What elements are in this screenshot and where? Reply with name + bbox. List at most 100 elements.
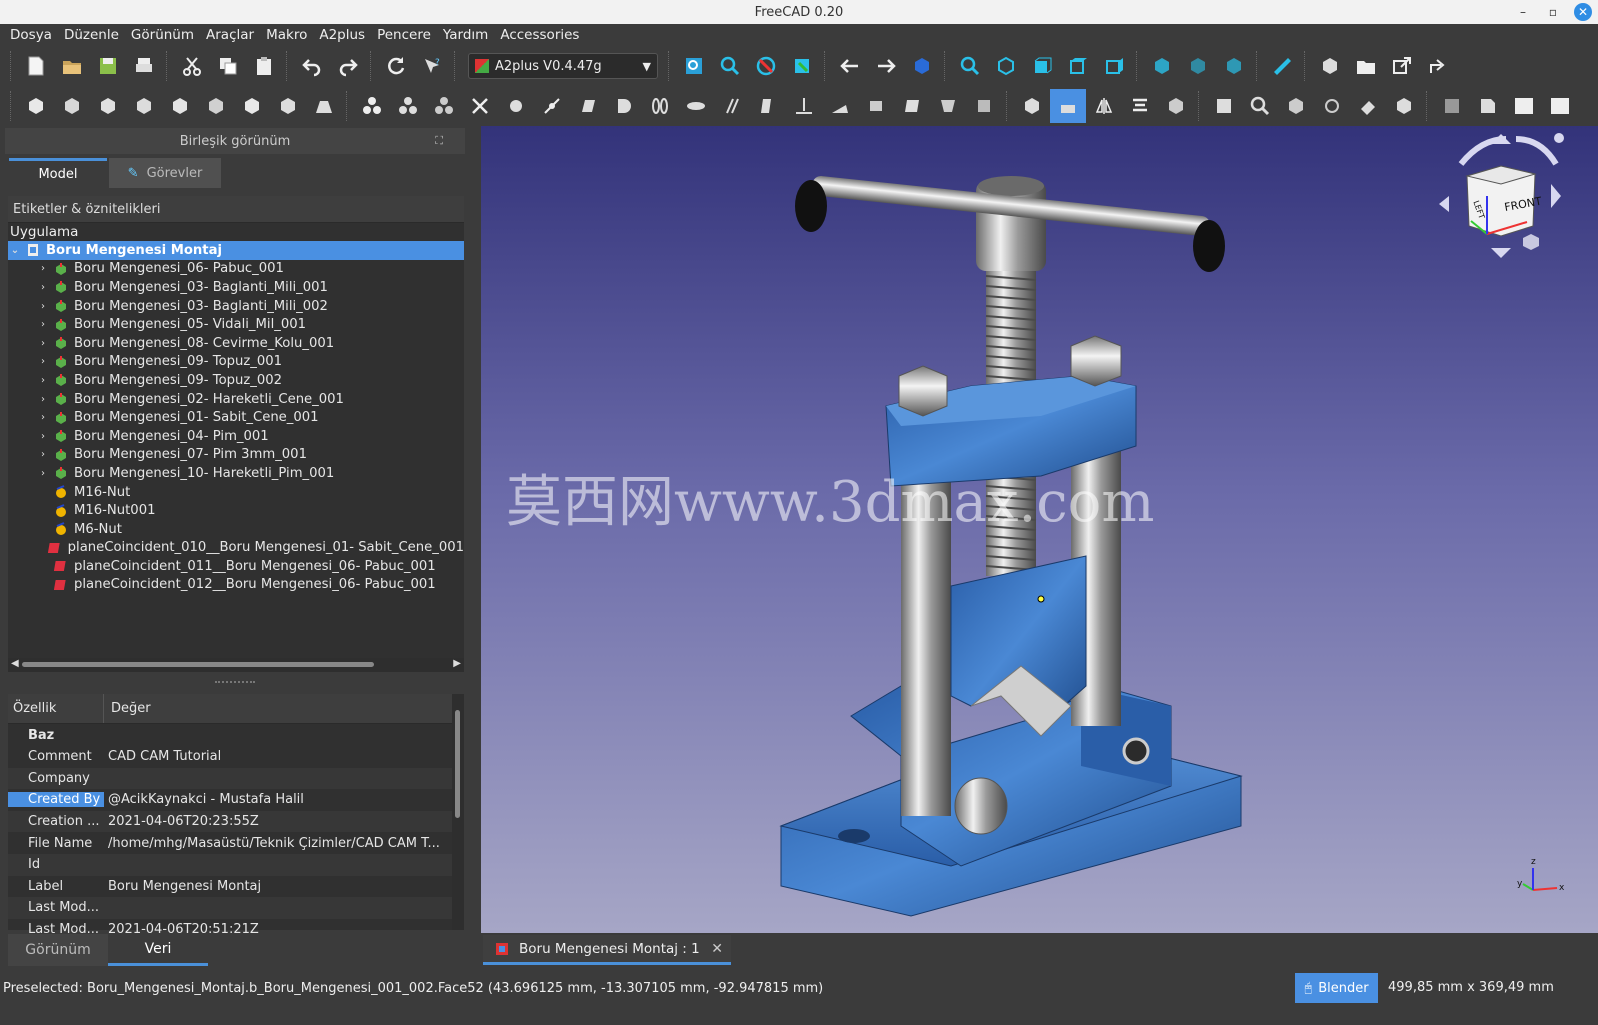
navcube-rotate-right-icon[interactable] (1515, 136, 1559, 166)
float-panel-icon[interactable]: ⛶ (435, 134, 443, 148)
view-top-button[interactable] (1060, 49, 1096, 83)
tree-item[interactable]: › Boru Mengenesi_01- Sabit_Cene_001 (8, 408, 464, 427)
navcube-down-arrow-icon[interactable] (1491, 248, 1511, 258)
menu-window[interactable]: Pencere (371, 27, 437, 43)
tree-item[interactable]: › Boru Mengenesi_10- Hareketli_Pim_001 (8, 464, 464, 483)
flip-direction-button[interactable] (1086, 89, 1122, 123)
axial-alignment-button[interactable] (678, 89, 714, 123)
tree-item[interactable]: planeCoincident_010__Boru Mengenesi_01- … (8, 539, 464, 558)
a2p-add-part-button[interactable] (18, 89, 54, 123)
a2p-convert-button[interactable] (234, 89, 270, 123)
point-identity-button[interactable] (426, 89, 462, 123)
parts-label-button[interactable] (1470, 89, 1506, 123)
tree-item[interactable]: planeCoincident_011__Boru Mengenesi_06- … (8, 557, 464, 576)
parts-list-button[interactable] (1542, 89, 1578, 123)
tree-root-item[interactable]: ⌄ Boru Mengenesi Montaj (8, 241, 464, 260)
whats-this-button[interactable]: ? (414, 49, 450, 83)
tree-item[interactable]: › Boru Mengenesi_02- Hareketli_Cene_001 (8, 390, 464, 409)
edit-constraint-button[interactable] (390, 89, 426, 123)
menu-file[interactable]: Dosya (4, 27, 58, 43)
chevron-right-icon[interactable]: › (8, 412, 50, 423)
a2p-import-button[interactable] (306, 89, 342, 123)
navcube-menu-icon[interactable] (1554, 133, 1564, 143)
show-dof-button[interactable] (1314, 89, 1350, 123)
close-button[interactable]: ✕ (1574, 3, 1592, 21)
property-value[interactable]: CAD CAM Tutorial (104, 749, 444, 764)
chevron-right-icon[interactable]: › (8, 394, 50, 405)
chevron-down-icon[interactable]: ⌄ (8, 245, 22, 256)
print-button[interactable] (126, 49, 162, 83)
tree-item[interactable]: planeCoincident_012__Boru Mengenesi_06- … (8, 576, 464, 595)
menu-a2plus[interactable]: A2plus (313, 27, 371, 43)
show-connected-button[interactable] (1206, 89, 1242, 123)
view-front-button[interactable] (1024, 49, 1060, 83)
tree-item[interactable]: › Boru Mengenesi_07- Pim 3mm_001 (8, 446, 464, 465)
link-actions-button[interactable] (1420, 49, 1456, 83)
vise-model-render[interactable]: 莫西网www.3dmax.com FRONT LEFT x y z (481, 126, 1598, 933)
chevron-right-icon[interactable]: › (8, 375, 50, 386)
property-row[interactable]: Id (8, 853, 464, 876)
chevron-right-icon[interactable]: › (8, 449, 50, 460)
tab-view-properties[interactable]: Görünüm (8, 934, 108, 966)
axis-parallel-button[interactable] (714, 89, 750, 123)
chevron-right-icon[interactable]: › (8, 301, 50, 312)
a2p-duplicate-button[interactable] (90, 89, 126, 123)
delete-constraint-button[interactable] (462, 89, 498, 123)
tab-model[interactable]: Model (9, 158, 107, 188)
minimize-button[interactable]: – (1514, 3, 1532, 21)
navigation-cube[interactable]: FRONT LEFT (1439, 133, 1564, 258)
menu-edit[interactable]: Düzenle (58, 27, 125, 43)
zoom-button[interactable] (952, 49, 988, 83)
3d-viewport[interactable]: 莫西网www.3dmax.com FRONT LEFT x y z (481, 126, 1598, 933)
save-document-button[interactable] (90, 49, 126, 83)
back-button[interactable] (832, 49, 868, 83)
constraint-dialog-button[interactable] (354, 89, 390, 123)
draw-style-button[interactable] (748, 49, 784, 83)
selection-filter-button[interactable] (784, 49, 820, 83)
tree-item[interactable]: › Boru Mengenesi_06- Pabuc_001 (8, 260, 464, 279)
planes-parallel-button[interactable] (858, 89, 894, 123)
tree-item[interactable]: › Boru Mengenesi_09- Topuz_001 (8, 353, 464, 372)
search-part-button[interactable] (1242, 89, 1278, 123)
chevron-right-icon[interactable]: › (8, 468, 50, 479)
workbench-selector[interactable]: A2plus V0.4.47g ▼ (468, 53, 658, 79)
document-tab[interactable]: Boru Mengenesi Montaj : 1 ✕ (483, 935, 731, 965)
a2p-fixed-button[interactable] (270, 89, 306, 123)
scroll-left-icon[interactable]: ◀ (11, 658, 19, 669)
view-left-button[interactable] (1216, 49, 1252, 83)
link-button[interactable] (1384, 49, 1420, 83)
menu-accessories[interactable]: Accessories (494, 27, 585, 43)
a2p-edit-button[interactable] (126, 89, 162, 123)
axis-plane-parallel-button[interactable] (750, 89, 786, 123)
tree-item[interactable]: › Boru Mengenesi_05- Vidali_Mil_001 (8, 315, 464, 334)
hide-show-button[interactable] (1350, 89, 1386, 123)
tab-data-properties[interactable]: Veri (108, 934, 208, 966)
a2p-delete-button[interactable] (198, 89, 234, 123)
point-on-line-button[interactable] (534, 89, 570, 123)
axis-coincident-button[interactable] (642, 89, 678, 123)
angled-planes-button[interactable] (930, 89, 966, 123)
left-handle-knob[interactable] (795, 180, 827, 232)
property-row[interactable]: Comment CAD CAM Tutorial (8, 746, 464, 768)
property-row[interactable]: Last Mod... (8, 897, 464, 919)
chevron-right-icon[interactable]: › (8, 356, 50, 367)
property-value[interactable]: Boru Mengenesi Montaj (104, 879, 444, 894)
forward-button[interactable] (868, 49, 904, 83)
tree-item[interactable]: › Boru Mengenesi_08- Cevirme_Kolu_001 (8, 334, 464, 353)
stereo-view-button[interactable] (904, 49, 940, 83)
tree-item[interactable]: › Boru Mengenesi_03- Baglanti_Mili_002 (8, 297, 464, 316)
menu-macro[interactable]: Makro (260, 27, 313, 43)
create-part-button[interactable] (1312, 49, 1348, 83)
axis-plane-angle-button[interactable] (822, 89, 858, 123)
circular-edge-button[interactable] (606, 89, 642, 123)
property-value[interactable]: @AcikKaynakci - Mustafa Halil (104, 792, 444, 807)
refresh-button[interactable] (378, 49, 414, 83)
tree-item[interactable]: M16-Nut001 (8, 501, 464, 520)
fit-all-button[interactable] (676, 49, 712, 83)
menu-help[interactable]: Yardım (437, 27, 494, 43)
chevron-right-icon[interactable]: › (8, 431, 50, 442)
property-vertical-scrollbar[interactable] (452, 694, 464, 930)
property-row[interactable]: File Name/home/mhg/Masaüstü/Teknik Çizim… (8, 832, 464, 854)
tree-item[interactable]: › Boru Mengenesi_04- Pim_001 (8, 427, 464, 446)
fit-selection-button[interactable] (712, 49, 748, 83)
